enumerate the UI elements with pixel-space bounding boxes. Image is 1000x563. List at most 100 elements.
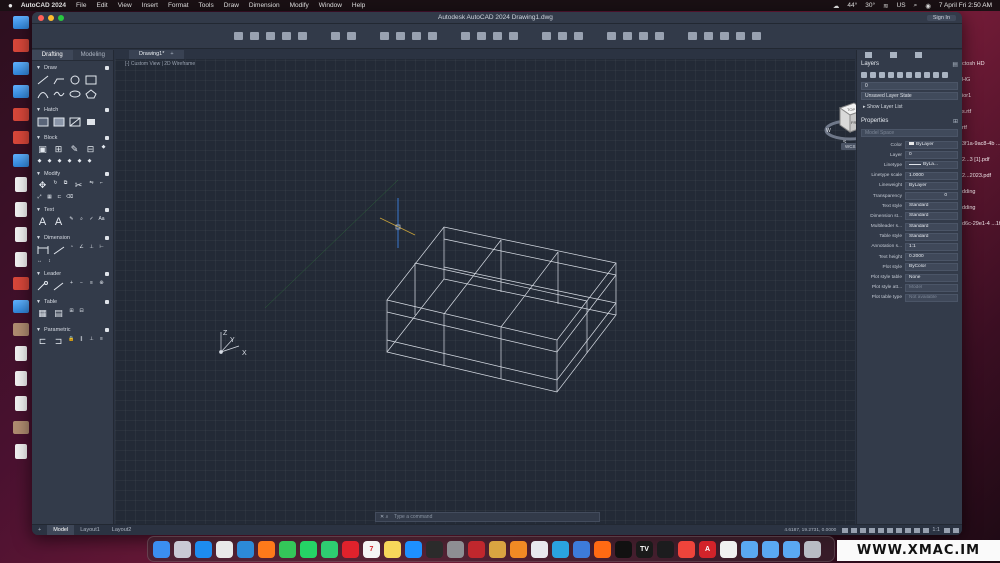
notes-app-icon[interactable]	[384, 540, 401, 558]
plot-style-table-select[interactable]: None	[905, 273, 958, 282]
capcut-app-icon[interactable]	[615, 540, 632, 558]
tab-layout2[interactable]: Layout2	[106, 525, 138, 536]
chrome-app-icon[interactable]	[216, 540, 233, 558]
transparency-toggle-icon[interactable]	[905, 527, 912, 533]
leader-icon[interactable]	[52, 280, 65, 291]
constraint-small-icon[interactable]: ∥	[78, 336, 85, 342]
document-icon[interactable]	[15, 346, 27, 361]
folder-icon[interactable]	[13, 16, 29, 29]
section-dimension[interactable]: ▼ Dimension	[32, 233, 113, 242]
desktop-label[interactable]: 2...3 [1].pdf	[962, 156, 1000, 164]
aligned-dim-icon[interactable]	[52, 244, 65, 255]
scale-icon[interactable]: ⤢	[36, 194, 43, 200]
lineweight-toggle-icon[interactable]	[896, 527, 903, 533]
print-icon[interactable]	[297, 32, 307, 40]
radius-dim-icon[interactable]: ◔	[68, 244, 75, 250]
layer-off-icon[interactable]	[906, 72, 912, 78]
hatch-icon[interactable]	[36, 116, 49, 127]
section-pin-icon[interactable]	[105, 107, 109, 112]
close-button[interactable]	[38, 14, 44, 21]
data-link-icon[interactable]: ▤	[52, 308, 65, 319]
desktop-label[interactable]: rtf	[962, 124, 1000, 132]
block-small-icon[interactable]: ◆	[46, 158, 53, 164]
multileader-icon[interactable]	[36, 280, 49, 291]
telegram-app-icon[interactable]	[552, 540, 569, 558]
baseline-dim-icon[interactable]: ⊥	[88, 244, 95, 250]
quick-select-icon[interactable]: ⊞	[953, 118, 958, 125]
layer-select[interactable]: 0	[905, 151, 958, 160]
archive-icon[interactable]	[13, 131, 29, 144]
annotation-scale-select[interactable]: 1:1	[905, 242, 958, 251]
delete-layer-icon[interactable]	[870, 72, 876, 78]
section-pin-icon[interactable]	[105, 207, 109, 212]
import-icon[interactable]	[622, 32, 632, 40]
add-leader-icon[interactable]: +	[68, 280, 75, 286]
multileader-style-select[interactable]: Standard	[905, 222, 958, 231]
section-text[interactable]: ▼ Text	[32, 205, 113, 214]
section-pin-icon[interactable]	[105, 171, 109, 176]
lineweight-select[interactable]: ByLayer	[905, 181, 958, 190]
ellipse-icon[interactable]	[68, 88, 81, 99]
cart-icon[interactable]	[751, 32, 761, 40]
circle-icon[interactable]	[68, 74, 81, 85]
appstore-app-icon[interactable]	[405, 540, 422, 558]
layer-merge-icon[interactable]	[942, 72, 948, 78]
properties-tab-icon[interactable]	[890, 51, 897, 58]
trim-icon[interactable]: ✂	[72, 180, 85, 191]
polyline-icon[interactable]	[52, 74, 65, 85]
gradient-icon[interactable]	[52, 116, 65, 127]
dim-small-icon[interactable]: ↔	[36, 258, 43, 264]
transparency-input[interactable]: 0	[905, 192, 958, 201]
share-icon[interactable]	[427, 32, 437, 40]
layer-icon[interactable]	[460, 32, 470, 40]
minimize-button[interactable]	[48, 14, 54, 21]
menu-app-name[interactable]: AutoCAD 2024	[21, 2, 66, 9]
input-source[interactable]: US	[897, 2, 906, 9]
opera-app-icon[interactable]	[342, 540, 359, 558]
menu-window[interactable]: Window	[319, 2, 342, 9]
auto-constrain-icon[interactable]: ⊐	[52, 336, 65, 347]
settings-app-icon[interactable]	[447, 540, 464, 558]
tab-model[interactable]: Model	[47, 524, 75, 535]
orbit-icon[interactable]	[573, 32, 583, 40]
offset-icon[interactable]: ⊏	[56, 194, 63, 200]
email-document-icon[interactable]	[15, 444, 27, 459]
snap-toggle-icon[interactable]	[851, 527, 858, 533]
send-icon[interactable]	[719, 32, 729, 40]
section-pin-icon[interactable]	[105, 65, 109, 70]
vlc-app-icon[interactable]	[510, 540, 527, 558]
section-pin-icon[interactable]	[105, 235, 109, 240]
block-icon[interactable]	[508, 32, 518, 40]
find-text-icon[interactable]: ⌕	[78, 216, 85, 222]
command-line[interactable]: ✕ ⌕ Type a command	[375, 512, 600, 522]
document-icon[interactable]	[15, 202, 27, 217]
desktop-label[interactable]: s.rtf	[962, 108, 1000, 116]
email-document-icon[interactable]	[15, 396, 27, 411]
section-pin-icon[interactable]	[105, 327, 109, 332]
grid-toggle-icon[interactable]	[842, 527, 849, 533]
linetype-scale-input[interactable]: 1.0000	[905, 171, 958, 180]
blocks-tab-icon[interactable]	[915, 51, 922, 58]
new-icon[interactable]	[233, 32, 243, 40]
fillet-icon[interactable]: ⌐	[98, 180, 105, 186]
block-small-icon[interactable]: ◆	[100, 144, 107, 150]
erase-icon[interactable]: ⌫	[66, 194, 73, 200]
menu-edit[interactable]: Edit	[96, 2, 107, 9]
plot-icon[interactable]	[379, 32, 389, 40]
table-style-icon[interactable]: ⊟	[78, 308, 85, 314]
layer-state-select[interactable]: Unsaved Layer State	[861, 92, 958, 100]
settings-icon[interactable]	[687, 32, 697, 40]
cloud-app-icon[interactable]	[573, 540, 590, 558]
terminal-app-icon[interactable]	[426, 540, 443, 558]
messages-app-icon[interactable]	[279, 540, 296, 558]
selection-cycling-icon[interactable]	[914, 527, 921, 533]
document-icon[interactable]	[15, 227, 27, 242]
current-layer-select[interactable]: 0	[861, 82, 958, 90]
rectangle-icon[interactable]	[84, 74, 97, 85]
firefox-app-icon[interactable]	[258, 540, 275, 558]
image-icon[interactable]	[13, 323, 29, 336]
spline-icon[interactable]	[52, 88, 65, 99]
block-small-icon[interactable]: ◆	[76, 158, 83, 164]
save-icon[interactable]	[265, 32, 275, 40]
render-icon[interactable]	[606, 32, 616, 40]
